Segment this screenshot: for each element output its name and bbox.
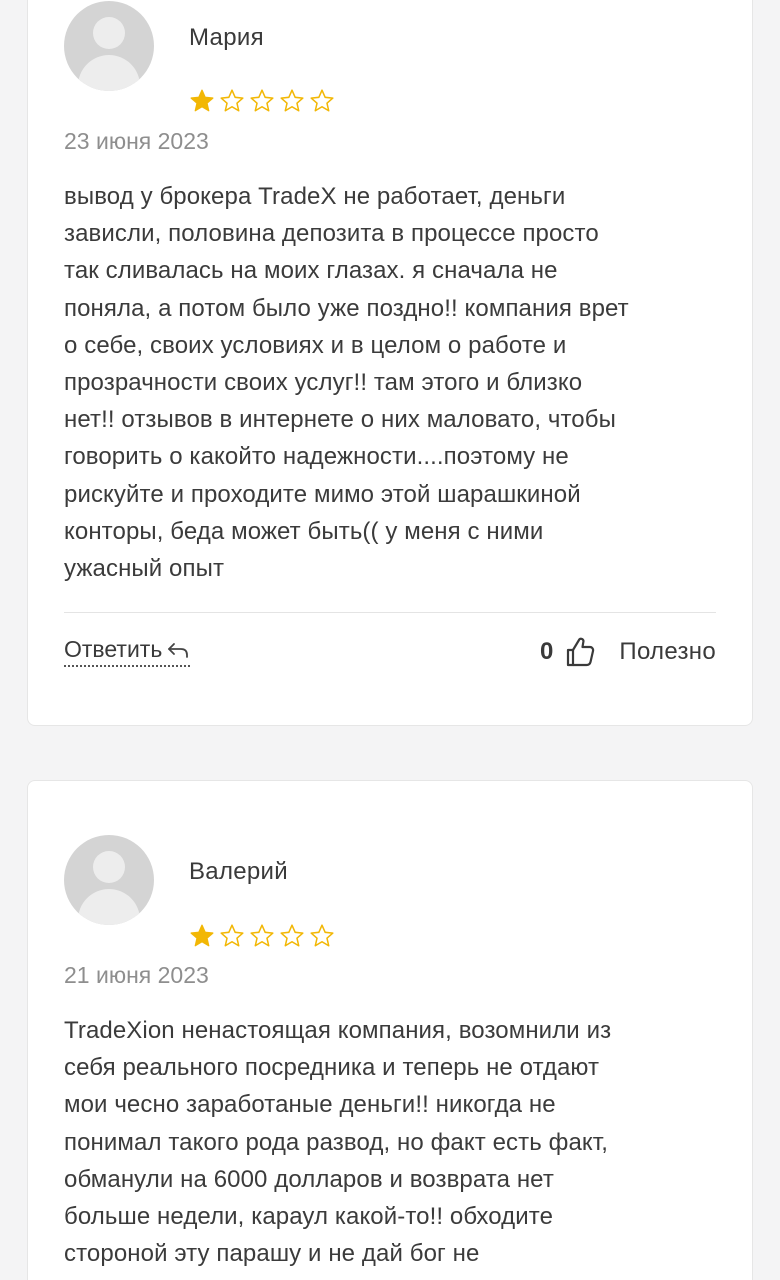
- review-card: Валерий 21 июня 2023 TradeXion ненастоящ…: [27, 780, 753, 1280]
- reply-arrow-icon: [168, 642, 189, 658]
- review-text-line: больше недели, караул какой-то!! обходит…: [64, 1203, 554, 1231]
- review-text-line: понимал такого рода развод, но факт есть…: [64, 1128, 608, 1156]
- useful-count: 0: [540, 638, 554, 665]
- star-filled-icon: [190, 89, 214, 112]
- reply-button[interactable]: Ответить: [64, 636, 191, 667]
- star-empty-icon: [220, 89, 244, 112]
- review-text-line: так сливалась на моих глазах. я сначала …: [64, 257, 558, 285]
- thumbs-up-icon[interactable]: [565, 636, 595, 668]
- review-text-line: TradeXion ненастоящая компания, возомнил…: [64, 1017, 612, 1044]
- review-date: 23 июня 2023: [64, 128, 209, 154]
- star-empty-icon: [220, 924, 244, 947]
- review-author: Валерий: [189, 858, 288, 885]
- star-rating: [189, 88, 335, 114]
- review-text-line: говорить о какойто надежности....поэтому…: [64, 443, 569, 471]
- star-empty-icon: [250, 89, 274, 112]
- star-rating: [189, 923, 335, 949]
- avatar-body-shape: [78, 889, 140, 925]
- star-empty-icon: [280, 89, 304, 112]
- review-text-line: стороной эту парашу и не дай бог не: [64, 1240, 480, 1268]
- review-text-line: обманули на 6000 долларов и возврата нет: [64, 1165, 554, 1193]
- useful-section: 0 Полезно: [540, 636, 716, 668]
- useful-label: Полезно: [619, 638, 716, 665]
- review-text-line: поняла, а потом было уже поздно!! компан…: [64, 294, 629, 322]
- star-empty-icon: [250, 924, 274, 947]
- divider: [64, 612, 716, 613]
- avatar: [64, 1, 154, 91]
- avatar-head-shape: [93, 17, 125, 49]
- star-filled-icon: [190, 924, 214, 947]
- review-text-line: о себе, своих условиях и в целом о работ…: [64, 331, 567, 359]
- review-author: Мария: [189, 24, 264, 51]
- review-text: TradeXion ненастоящая компания, возомнил…: [64, 1012, 724, 1272]
- review-text-line: мои чесно заработаные деньги!! никогда н…: [64, 1091, 556, 1119]
- review-text-line: зависли, половина депозита в процессе пр…: [64, 220, 599, 248]
- review-text-line: рискуйте и проходите мимо этой шарашкино…: [64, 480, 581, 508]
- avatar: [64, 835, 154, 925]
- avatar-body-shape: [78, 55, 140, 91]
- star-empty-icon: [280, 924, 304, 947]
- review-text-line: вывод у брокера TradeX не работает, день…: [64, 183, 566, 210]
- review-text-line: нет!! отзывов в интернете о них маловато…: [64, 406, 616, 434]
- star-empty-icon: [310, 89, 334, 112]
- avatar-head-shape: [93, 851, 125, 883]
- reply-label: Ответить: [64, 636, 163, 662]
- review-text-line: ужасный опыт: [64, 555, 225, 583]
- review-text: вывод у брокера TradeX не работает, день…: [64, 178, 724, 587]
- review-text-line: себя реального посредника и теперь не от…: [64, 1054, 600, 1082]
- review-text-line: конторы, беда может быть(( у меня с ними: [64, 517, 544, 545]
- review-card: Мария 23 июня 2023 вывод у брокера Trade…: [27, 0, 753, 726]
- review-date: 21 июня 2023: [64, 962, 209, 988]
- review-text-line: прозрачности своих услуг!! там этого и б…: [64, 369, 583, 397]
- star-empty-icon: [310, 924, 334, 947]
- reviews-page: Мария 23 июня 2023 вывод у брокера Trade…: [0, 0, 780, 1280]
